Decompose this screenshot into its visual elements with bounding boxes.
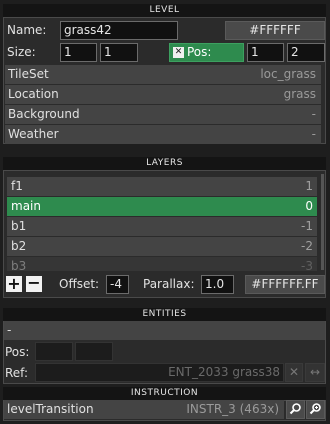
entity-pos-label: Pos:: [5, 345, 30, 359]
level-header: LEVEL: [3, 4, 326, 17]
pos-x-input[interactable]: 1: [247, 43, 284, 62]
swap-ref-button[interactable]: ↔: [305, 363, 325, 382]
size-height-input[interactable]: 1: [100, 43, 138, 62]
layer-item-main[interactable]: main 0: [7, 197, 317, 216]
layer-item-b3[interactable]: b3 -3: [7, 257, 317, 271]
magnifier-icon: [289, 403, 301, 415]
layer-depth: -3: [301, 259, 313, 271]
layers-scrollbar[interactable]: [321, 174, 324, 270]
row-label: Location: [8, 87, 59, 101]
entity-selected: -: [7, 323, 12, 337]
row-label: Weather: [8, 127, 59, 141]
pos-toggle[interactable]: ✕ Pos:: [169, 43, 244, 62]
row-value: loc_grass: [260, 67, 316, 81]
checkbox-checked-icon[interactable]: ✕: [173, 47, 184, 58]
entity-pos-x-input[interactable]: [35, 342, 73, 361]
instruction-selector[interactable]: levelTransition INSTR_3 (463x): [4, 400, 284, 419]
search-instruction-button[interactable]: [286, 400, 305, 419]
row-value: -: [311, 107, 316, 121]
row-value: grass: [283, 87, 316, 101]
row-label: TileSet: [8, 67, 49, 81]
level-name-input[interactable]: grass42: [60, 21, 178, 40]
level-color-button[interactable]: #FFFFFF: [225, 21, 325, 40]
add-layer-button[interactable]: +: [6, 276, 22, 292]
offset-input[interactable]: -4: [106, 275, 129, 294]
size-label: Size:: [7, 45, 36, 59]
level-row-location[interactable]: Location grass: [5, 85, 321, 104]
instruction-value: INSTR_3 (463x): [186, 402, 279, 416]
name-label: Name:: [7, 23, 47, 37]
pos-label: Pos:: [187, 45, 212, 59]
layer-name: main: [11, 199, 41, 213]
layer-name: b1: [11, 219, 27, 233]
parallax-label: Parallax:: [143, 277, 195, 291]
instruction-name: levelTransition: [7, 402, 94, 416]
clear-ref-button[interactable]: ✕: [285, 363, 303, 382]
layers-list[interactable]: f1 1 main 0 b1 -1 b2 -2 b3 -3: [5, 173, 321, 271]
remove-layer-button[interactable]: −: [26, 275, 42, 292]
offset-label: Offset:: [59, 277, 100, 291]
entity-ref-input[interactable]: ENT_2033 grass38: [35, 363, 284, 382]
instruction-header: INSTRUCTION: [3, 387, 326, 400]
level-row-background[interactable]: Background -: [5, 105, 321, 124]
layer-color-button[interactable]: #FFFFFF.FF: [245, 275, 325, 294]
layer-name: f1: [11, 179, 23, 193]
entities-header: ENTITIES: [3, 308, 326, 321]
layer-item-b1[interactable]: b1 -1: [7, 217, 317, 236]
entity-ref-label: Ref:: [5, 366, 29, 380]
size-width-input[interactable]: 1: [60, 43, 97, 62]
layer-item-f1[interactable]: f1 1: [7, 177, 317, 196]
layer-depth: 0: [305, 199, 313, 213]
layers-header: LAYERS: [3, 157, 326, 170]
magnifier-plus-icon: [309, 403, 321, 415]
parallax-input[interactable]: 1.0: [201, 275, 234, 294]
row-value: -: [311, 127, 316, 141]
layer-depth: -1: [301, 219, 313, 233]
row-label: Background: [8, 107, 80, 121]
level-row-tileset[interactable]: TileSet loc_grass: [5, 65, 321, 84]
layer-item-b2[interactable]: b2 -2: [7, 237, 317, 256]
pos-y-input[interactable]: 2: [287, 43, 325, 62]
layer-name: b3: [11, 259, 27, 271]
layer-depth: 1: [305, 179, 313, 193]
zoom-instruction-button[interactable]: [306, 400, 325, 419]
layer-depth: -2: [301, 239, 313, 253]
entity-selector[interactable]: -: [4, 321, 325, 340]
entity-pos-y-input[interactable]: [75, 342, 113, 361]
layer-name: b2: [11, 239, 27, 253]
level-row-weather[interactable]: Weather -: [5, 125, 321, 144]
